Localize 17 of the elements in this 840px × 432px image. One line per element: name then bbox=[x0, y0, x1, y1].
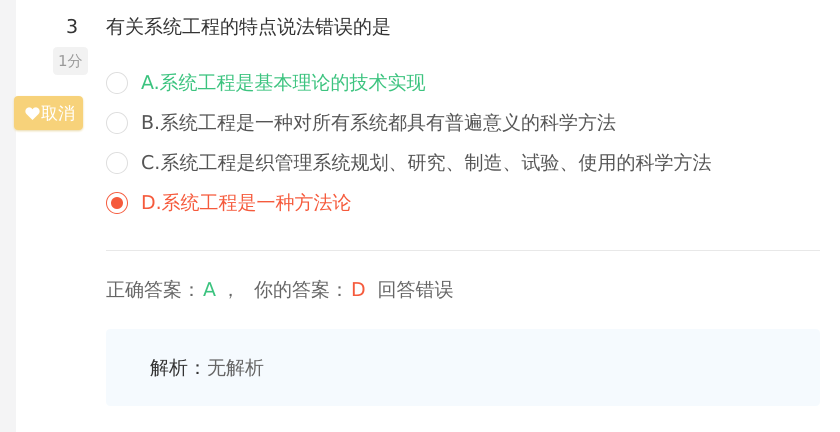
your-answer-label: 你的答案： bbox=[254, 278, 349, 303]
question-number: 3 bbox=[66, 15, 78, 39]
analysis-text: 无解析 bbox=[207, 356, 264, 380]
your-answer-value: D bbox=[351, 278, 366, 303]
heart-icon bbox=[25, 106, 40, 120]
question-text: 有关系统工程的特点说法错误的是 bbox=[106, 15, 392, 39]
score-badge: 1分 bbox=[53, 47, 88, 75]
answer-option[interactable]: A.系统工程是基本理论的技术实现 bbox=[106, 68, 820, 98]
verdict-text: 回答错误 bbox=[378, 278, 454, 303]
answer-option[interactable]: C.系统工程是织管理系统规划、研究、制造、试验、使用的科学方法 bbox=[106, 148, 820, 178]
separator-text: ， bbox=[221, 278, 240, 303]
analysis-label: 解析： bbox=[150, 356, 207, 380]
answer-option[interactable]: B.系统工程是一种对所有系统都具有普遍意义的科学方法 bbox=[106, 108, 820, 138]
correct-answer-value: A bbox=[203, 278, 216, 303]
radio-button[interactable] bbox=[106, 192, 128, 214]
answer-option[interactable]: D.系统工程是一种方法论 bbox=[106, 188, 820, 218]
correct-answer-label: 正确答案： bbox=[106, 278, 201, 303]
